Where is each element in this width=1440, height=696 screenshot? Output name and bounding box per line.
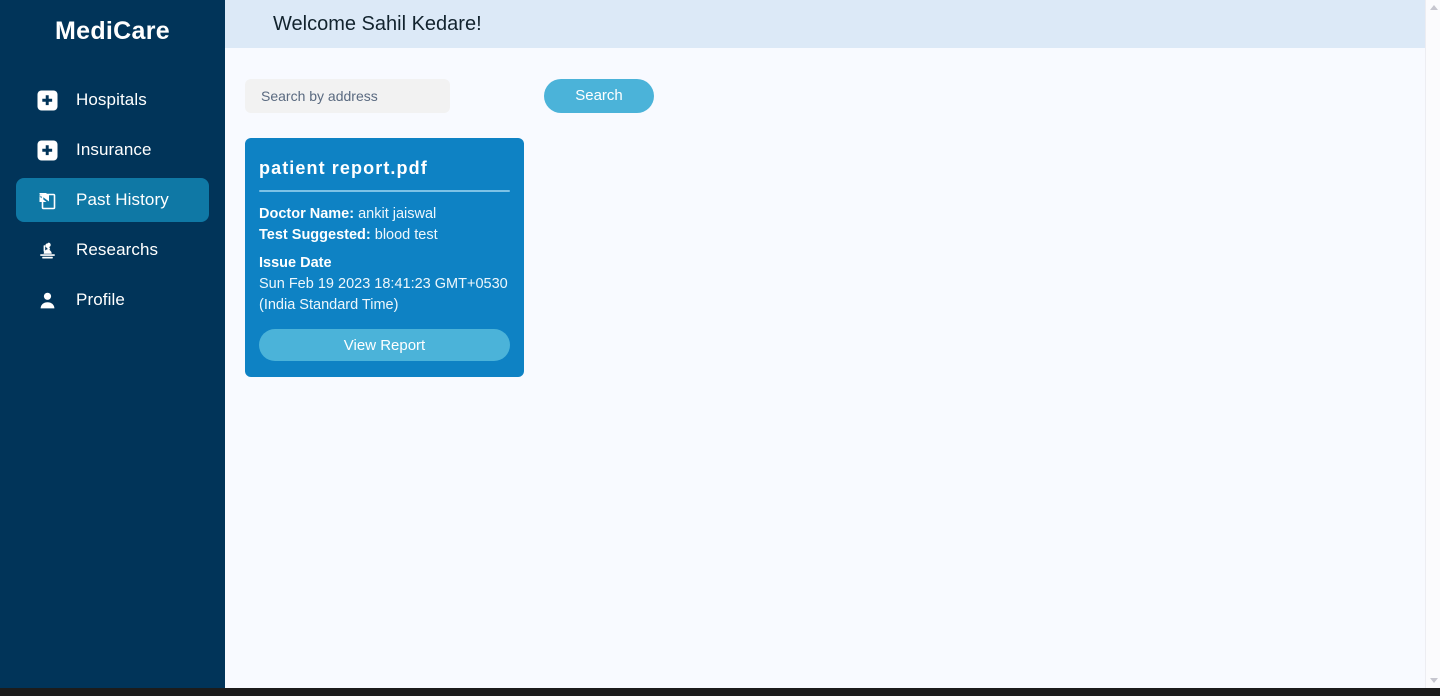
report-card-list: patient report.pdf Doctor Name: ankit ja… bbox=[245, 138, 1440, 377]
card-divider bbox=[259, 190, 510, 192]
report-file-name: patient report.pdf bbox=[259, 158, 428, 178]
welcome-message: Welcome Sahil Kedare! bbox=[273, 13, 482, 35]
issue-date-value: Sun Feb 19 2023 18:41:23 GMT+0530 (India… bbox=[259, 276, 508, 313]
test-suggested-row: Test Suggested: blood test bbox=[259, 225, 510, 246]
brand-logo: MediCare bbox=[55, 17, 170, 45]
sidebar-item-researchs[interactable]: Researchs bbox=[16, 228, 209, 272]
doctor-name-row: Doctor Name: ankit jaiswal bbox=[259, 204, 510, 225]
window-bottom-bar bbox=[0, 688, 1440, 696]
sidebar-item-label: Hospitals bbox=[76, 90, 147, 109]
sidebar-item-label: Profile bbox=[76, 290, 125, 309]
issue-date-label: Issue Date bbox=[259, 255, 332, 271]
sidebar-item-profile[interactable]: Profile bbox=[16, 278, 209, 322]
search-button[interactable]: Search bbox=[544, 79, 654, 113]
main-panel: Search patient report.pdf Doctor Name: a… bbox=[225, 48, 1440, 688]
doctor-name-value: ankit jaiswal bbox=[358, 206, 437, 222]
sidebar: MediCare Hospitals Insurance Past Histor… bbox=[0, 0, 225, 688]
search-row: Search bbox=[245, 76, 1440, 116]
search-input[interactable] bbox=[245, 79, 450, 113]
test-suggested-value: blood test bbox=[374, 227, 438, 243]
test-suggested-label: Test Suggested: bbox=[259, 227, 371, 243]
sidebar-nav: Hospitals Insurance Past History Researc… bbox=[0, 78, 225, 328]
microscope-icon bbox=[36, 239, 58, 261]
vertical-scrollbar[interactable] bbox=[1425, 0, 1440, 688]
user-icon bbox=[36, 289, 58, 311]
scroll-up-arrow-icon[interactable] bbox=[1426, 0, 1440, 15]
app-window: MediCare Hospitals Insurance Past Histor… bbox=[0, 0, 1440, 696]
top-header: Welcome Sahil Kedare! bbox=[225, 0, 1440, 48]
sidebar-item-hospitals[interactable]: Hospitals bbox=[16, 78, 209, 122]
sidebar-item-label: Past History bbox=[76, 190, 169, 209]
sidebar-item-past-history[interactable]: Past History bbox=[16, 178, 209, 222]
sidebar-item-insurance[interactable]: Insurance bbox=[16, 128, 209, 172]
content-area: Welcome Sahil Kedare! Search patient rep… bbox=[225, 0, 1440, 688]
scroll-down-arrow-icon[interactable] bbox=[1426, 673, 1440, 688]
report-card: patient report.pdf Doctor Name: ankit ja… bbox=[245, 138, 524, 377]
sidebar-item-label: Insurance bbox=[76, 140, 152, 159]
hospital-plus-icon bbox=[36, 89, 58, 111]
history-document-icon bbox=[36, 189, 58, 211]
doctor-name-label: Doctor Name: bbox=[259, 206, 355, 222]
insurance-plus-icon bbox=[36, 139, 58, 161]
view-report-button[interactable]: View Report bbox=[259, 329, 510, 361]
sidebar-item-label: Researchs bbox=[76, 240, 159, 259]
